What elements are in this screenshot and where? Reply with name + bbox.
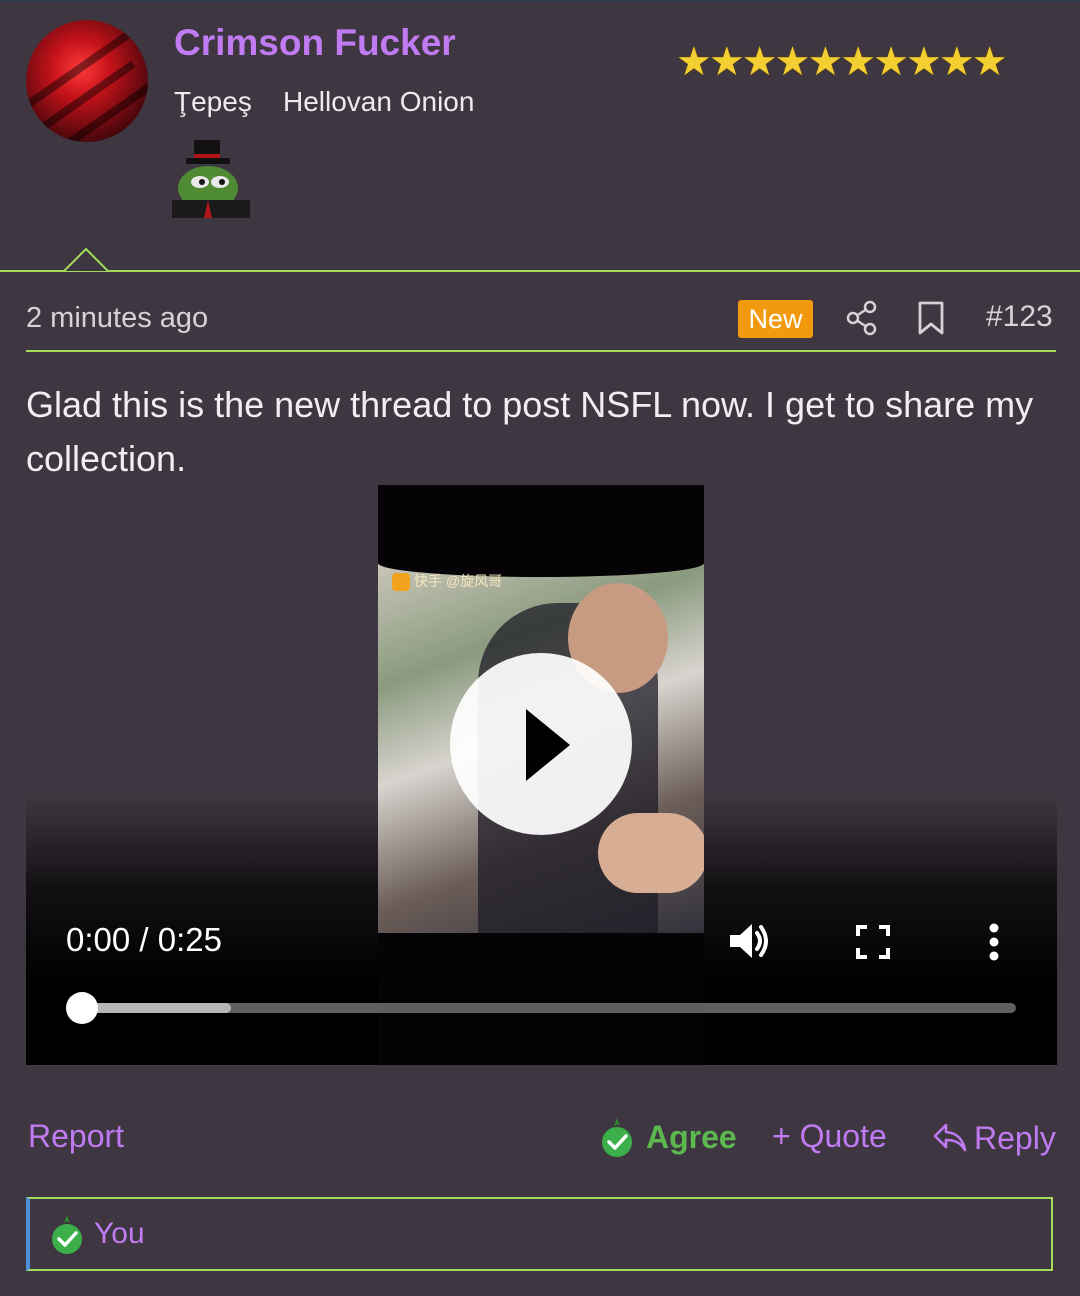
star-icon: ★ — [906, 40, 942, 84]
video-progress-bar[interactable] — [82, 1003, 1016, 1013]
play-button[interactable] — [450, 653, 632, 835]
agree-label: Agree — [646, 1118, 737, 1155]
username[interactable]: Crimson Fucker — [174, 22, 456, 64]
bookmark-icon[interactable] — [916, 300, 946, 336]
agree-button[interactable]: Agree — [600, 1114, 737, 1160]
reply-icon — [933, 1123, 967, 1152]
star-icon: ★ — [708, 40, 745, 84]
video-buffer-bar — [82, 1003, 231, 1013]
volume-icon[interactable] — [728, 921, 772, 961]
onion-check-icon — [602, 1118, 632, 1157]
star-icon: ★ — [840, 40, 876, 84]
video-time: 0:00 / 0:25 — [66, 921, 222, 958]
user-title: Ţepeş — [174, 86, 252, 117]
video-watermark: 快手 @旋风哥 — [392, 571, 502, 592]
top-border — [0, 0, 1080, 2]
star-icon: ★ — [807, 40, 843, 84]
reply-label: Reply — [974, 1119, 1056, 1156]
user-title-secondary: Hellovan Onion — [283, 86, 475, 117]
fullscreen-icon[interactable] — [856, 925, 890, 959]
post-timestamp[interactable]: 2 minutes ago — [26, 302, 208, 335]
post-message: Glad this is the new thread to post NSFL… — [26, 384, 1034, 479]
post-number[interactable]: #123 — [986, 300, 1053, 334]
meta-divider — [26, 350, 1056, 352]
star-rating: ★ ★ ★ ★ ★ ★ ★ ★ ★ ★ — [676, 40, 1054, 84]
reply-button[interactable]: Reply — [932, 1118, 1056, 1158]
video-player[interactable]: 快手 @旋风哥 0:00 / 0:25 — [26, 485, 1057, 1065]
onion-check-icon — [52, 1215, 82, 1254]
star-icon: ★ — [676, 40, 712, 84]
star-icon: ★ — [741, 40, 778, 84]
report-link[interactable]: Report — [28, 1118, 124, 1155]
pepe-badge-icon — [172, 140, 250, 218]
avatar[interactable] — [26, 20, 148, 142]
star-icon: ★ — [971, 40, 1008, 84]
new-badge: New — [738, 300, 813, 338]
play-icon — [526, 709, 570, 781]
star-icon: ★ — [873, 40, 909, 84]
share-icon[interactable] — [846, 300, 878, 336]
reactions-list[interactable]: You — [94, 1217, 145, 1251]
video-scrubber-handle[interactable] — [66, 992, 98, 1024]
reactions-bar[interactable]: You — [26, 1197, 1053, 1271]
caret-up-icon — [64, 248, 108, 272]
header-divider — [0, 270, 1080, 272]
star-icon: ★ — [774, 40, 811, 84]
star-icon: ★ — [938, 40, 975, 84]
quote-button[interactable]: + Quote — [772, 1118, 887, 1155]
more-options-icon[interactable] — [986, 923, 1002, 961]
